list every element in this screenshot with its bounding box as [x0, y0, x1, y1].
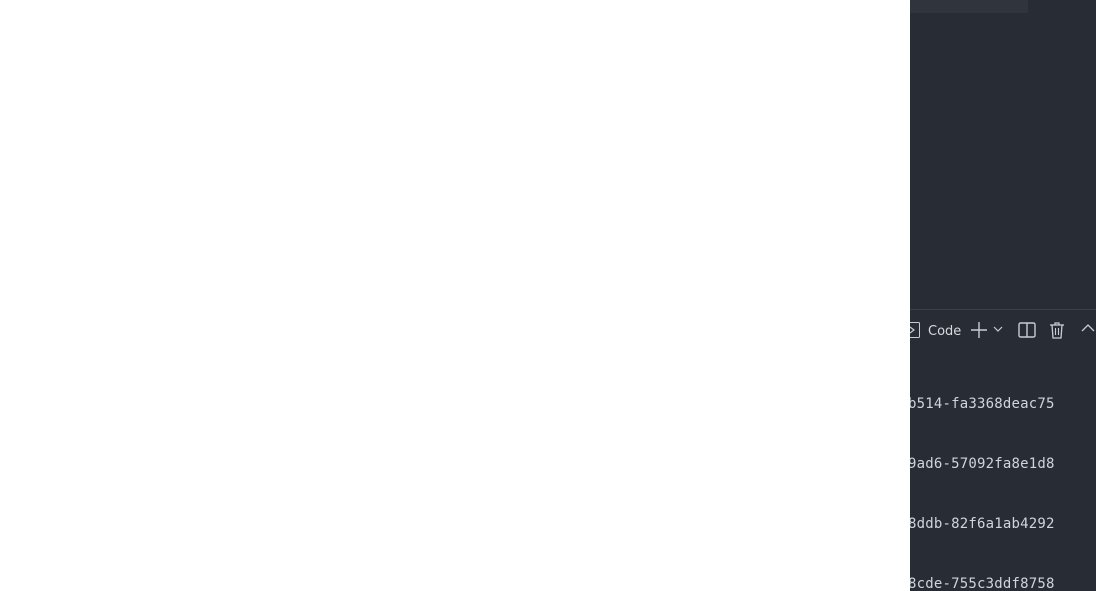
terminal-selector-label[interactable]: Code [928, 324, 961, 339]
terminal-icon [910, 322, 920, 338]
terminal-toolbar: Code [910, 310, 1096, 352]
blank-canvas-area [0, 0, 910, 591]
chevron-up-icon[interactable] [1081, 323, 1095, 333]
terminal-line: b514-fa3368deac75 [910, 396, 1055, 412]
terminal-line: 8cde-755c3ddf8758 [910, 576, 1055, 591]
add-icon[interactable] [970, 321, 988, 339]
chevron-down-icon[interactable] [993, 325, 1003, 333]
terminal-output[interactable]: b514-fa3368deac75 9ad6-57092fa8e1d8 8ddb… [910, 352, 1096, 591]
split-icon[interactable] [1018, 322, 1036, 338]
ide-pane: Code b514-fa3368deac75 9ad6-57092fa8e1d8… [910, 0, 1096, 591]
terminal-line: 9ad6-57092fa8e1d8 [910, 456, 1055, 472]
editor-scrollbar-thumb[interactable] [910, 0, 1028, 13]
editor-area[interactable] [910, 0, 1096, 309]
trash-icon[interactable] [1049, 322, 1065, 339]
terminal-line: 8ddb-82f6a1ab4292 [910, 516, 1055, 532]
